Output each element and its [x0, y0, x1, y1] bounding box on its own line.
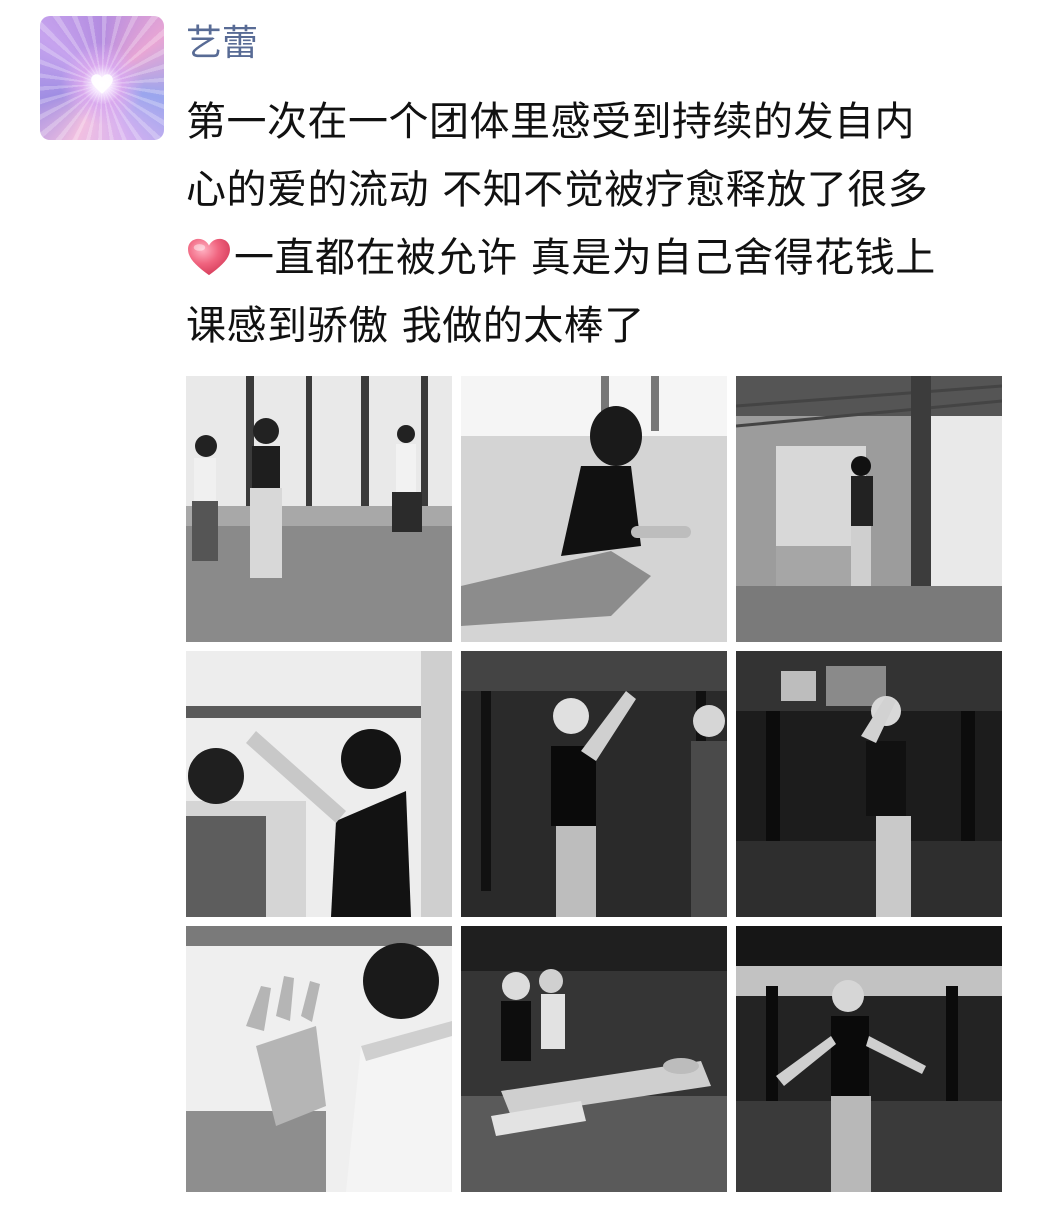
photo-1[interactable] [186, 376, 452, 642]
post-text-line-1: 第一次在一个团体里感受到持续的发自内 [186, 99, 915, 145]
photo-8-image [461, 926, 727, 1192]
photo-3[interactable] [736, 376, 1002, 642]
photo-4[interactable] [186, 651, 452, 917]
photo-2-image [461, 376, 727, 642]
photo-6-image [736, 651, 1002, 917]
post-text-line-4: 课感到骄傲 我做的太棒了 [186, 303, 645, 349]
avatar[interactable] [40, 16, 164, 140]
post-text: 第一次在一个团体里感受到持续的发自内 心的爱的流动 不知不觉被疗愈释放了很多 一… [186, 88, 1036, 360]
photo-5[interactable] [461, 651, 727, 917]
photo-7-image [186, 926, 452, 1192]
photo-2[interactable] [461, 376, 727, 642]
avatar-heart-icon [91, 74, 113, 94]
post-text-line-2: 心的爱的流动 不知不觉被疗愈释放了很多 [186, 167, 929, 213]
photo-1-image [186, 376, 452, 642]
photo-8[interactable] [461, 926, 727, 1192]
photo-6[interactable] [736, 651, 1002, 917]
photo-3-image [736, 376, 1002, 642]
photo-9[interactable] [736, 926, 1002, 1192]
photo-9-image [736, 926, 1002, 1192]
photo-5-image [461, 651, 727, 917]
photo-7[interactable] [186, 926, 452, 1192]
post-text-line-3-text: 一直都在被允许 真是为自己舍得花钱上 [234, 235, 936, 281]
post-text-line-3: 一直都在被允许 真是为自己舍得花钱上 [186, 224, 1036, 292]
photo-4-image [186, 651, 452, 917]
moments-post: 艺蕾 第一次在一个团体里感受到持续的发自内 心的爱的流动 不知不觉被疗愈释放了很… [0, 0, 1054, 1222]
username[interactable]: 艺蕾 [186, 20, 258, 68]
heart-emoji-icon [188, 238, 230, 276]
